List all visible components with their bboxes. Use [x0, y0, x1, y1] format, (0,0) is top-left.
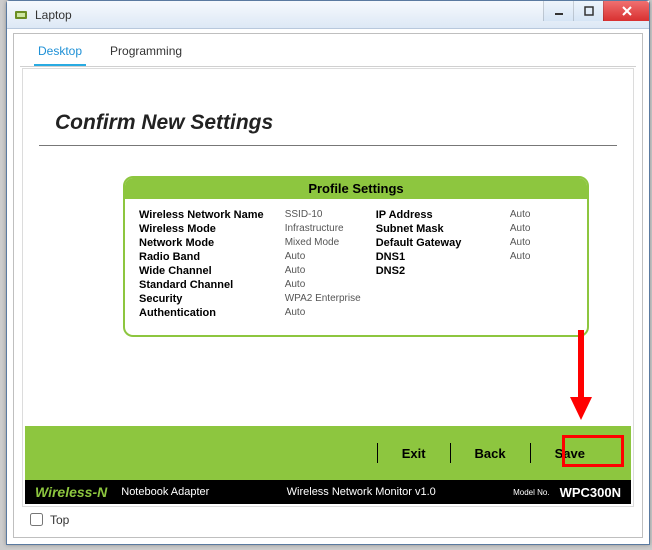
- field-value: Mixed Mode: [285, 237, 376, 249]
- app-window: Laptop Desktop Programming Confirm New S…: [6, 0, 650, 545]
- field-label: Wireless Network Name: [139, 209, 279, 221]
- field-label: DNS1: [376, 251, 504, 263]
- field-value: Auto: [510, 209, 573, 221]
- model-number-label: Model No.: [513, 488, 549, 497]
- page-title: Confirm New Settings: [55, 111, 631, 135]
- divider: [377, 443, 378, 463]
- field-label: Network Mode: [139, 237, 279, 249]
- field-label: Default Gateway: [376, 237, 504, 249]
- field-value: Auto: [285, 251, 376, 263]
- save-button[interactable]: Save: [537, 442, 603, 465]
- field-label: DNS2: [376, 265, 504, 277]
- action-bar: Exit Back Save: [25, 426, 631, 480]
- field-label: Standard Channel: [139, 279, 279, 291]
- minimize-button[interactable]: [543, 1, 573, 21]
- profile-left-column: Wireless Network Name SSID-10 Wireless Mod…: [139, 209, 376, 319]
- field-value: Auto: [285, 265, 376, 277]
- field-value: Auto: [510, 237, 573, 249]
- field-value: Auto: [510, 223, 573, 235]
- divider: [450, 443, 451, 463]
- profile-settings-box: Profile Settings Wireless Network Name SS…: [123, 176, 589, 337]
- exit-button[interactable]: Exit: [384, 442, 444, 465]
- status-bar: Wireless-N Notebook Adapter Wireless Net…: [25, 480, 631, 504]
- field-value: WPA2 Enterprise: [285, 293, 376, 305]
- maximize-button[interactable]: [573, 1, 603, 21]
- field-value: Auto: [285, 279, 376, 291]
- window-title: Laptop: [35, 8, 72, 22]
- content-shell: Confirm New Settings Profile Settings Wi…: [22, 68, 634, 507]
- field-label: Radio Band: [139, 251, 279, 263]
- titlebar: Laptop: [7, 1, 649, 29]
- field-label: Wide Channel: [139, 265, 279, 277]
- divider: [530, 443, 531, 463]
- tab-programming[interactable]: Programming: [106, 38, 186, 66]
- app-icon: [13, 7, 29, 23]
- tab-bar: Desktop Programming: [20, 38, 636, 67]
- field-label: Authentication: [139, 307, 279, 319]
- field-label: IP Address: [376, 209, 504, 221]
- profile-right-column: IP Address Auto Subnet Mask Auto Default Gat…: [376, 209, 573, 319]
- field-value: Auto: [510, 251, 573, 263]
- field-label: Security: [139, 293, 279, 305]
- top-checkbox[interactable]: [30, 513, 43, 526]
- field-label: Subnet Mask: [376, 223, 504, 235]
- product-label: Notebook Adapter: [121, 486, 209, 498]
- top-checkbox-row[interactable]: Top: [26, 510, 69, 529]
- field-label: Wireless Mode: [139, 223, 279, 235]
- model-number: WPC300N: [560, 485, 621, 500]
- back-button[interactable]: Back: [457, 442, 524, 465]
- client-area: Desktop Programming Confirm New Settings…: [13, 33, 643, 538]
- tab-desktop[interactable]: Desktop: [34, 38, 86, 66]
- field-value: [510, 265, 573, 277]
- main-panel: Confirm New Settings Profile Settings Wi…: [25, 71, 631, 426]
- window-controls: [543, 1, 649, 21]
- app-label: Wireless Network Monitor v1.0: [287, 486, 436, 498]
- field-value: SSID-10: [285, 209, 376, 221]
- top-checkbox-label: Top: [50, 513, 69, 527]
- field-value: Auto: [285, 307, 376, 319]
- heading-divider: [39, 145, 617, 146]
- close-button[interactable]: [603, 1, 649, 21]
- profile-settings-body: Wireless Network Name SSID-10 Wireless Mod…: [125, 199, 587, 335]
- brand-label: Wireless-N: [35, 484, 107, 500]
- field-value: Infrastructure: [285, 223, 376, 235]
- profile-settings-header: Profile Settings: [125, 178, 587, 199]
